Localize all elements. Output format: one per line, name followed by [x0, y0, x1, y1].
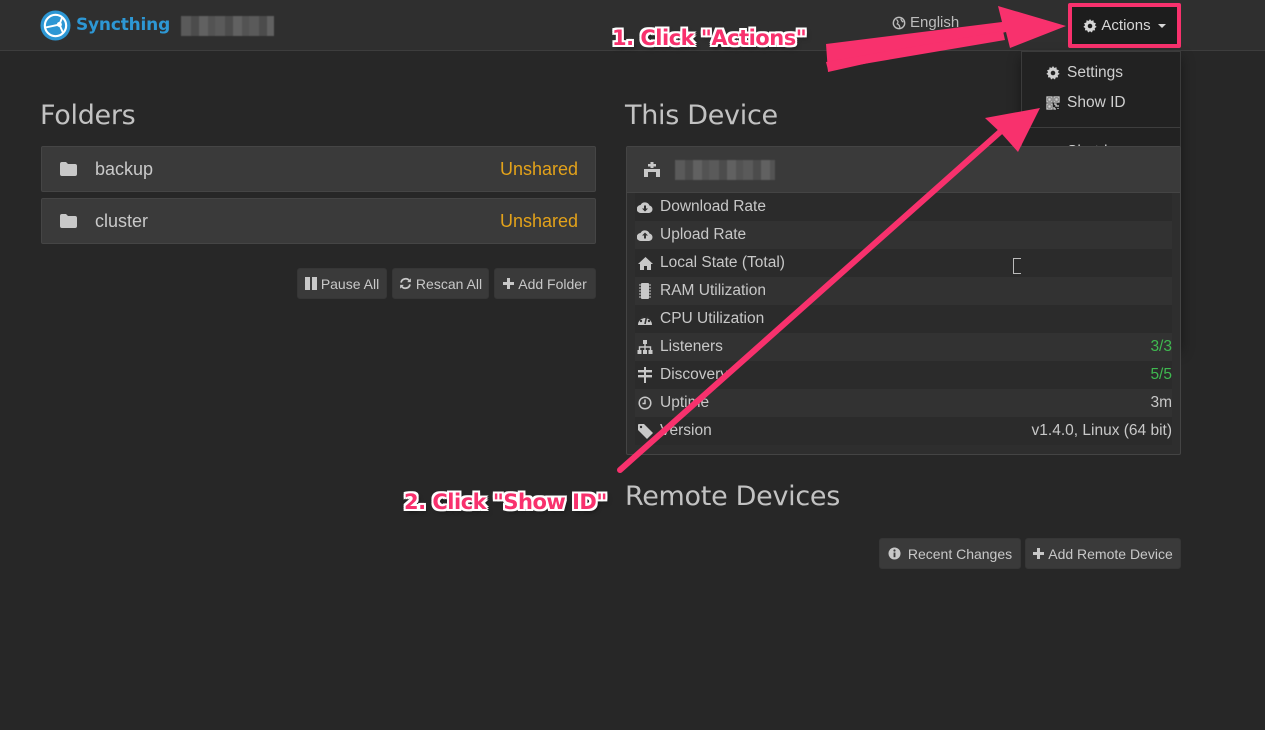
cloud-download-icon — [637, 199, 653, 215]
stat-label: RAM Utilization — [660, 282, 766, 299]
home-icon — [637, 255, 653, 271]
pause-icon — [304, 277, 317, 290]
this-device-panel: Download Rate Upload Rate Local State (T… — [626, 146, 1181, 455]
qrcode-icon — [1045, 96, 1060, 111]
stat-label: Download Rate — [660, 198, 766, 215]
stat-label: Local State (Total) — [660, 254, 785, 271]
annotation-step-2: 2. Click "Show ID" — [404, 490, 607, 514]
stat-label: Version — [660, 422, 712, 439]
recent-changes-button[interactable]: Recent Changes — [879, 538, 1021, 569]
stat-row-discovery: Discovery 5/5 — [635, 361, 1172, 389]
recent-changes-label: Recent Changes — [907, 545, 1013, 562]
language-selector[interactable]: English — [892, 14, 959, 31]
menu-item-label: Settings — [1067, 64, 1124, 81]
tag-icon — [637, 423, 653, 439]
stat-row-upload-rate: Upload Rate — [635, 221, 1172, 249]
stat-row-local-state: Local State (Total) — [635, 249, 1172, 277]
stat-label: Uptime — [660, 394, 710, 411]
syncthing-logo-icon — [40, 9, 71, 41]
dashboard-gauge-icon — [637, 311, 653, 327]
add-remote-device-button[interactable]: Add Remote Device — [1025, 538, 1181, 569]
language-label: English — [910, 14, 960, 31]
annotation-step-1: 1. Click "Actions" — [612, 26, 807, 50]
sitemap-device-icon — [644, 161, 660, 177]
this-device-heading: This Device — [625, 100, 778, 131]
stat-value: v1.4.0, Linux (64 bit) — [1031, 422, 1172, 439]
device-name-redacted — [675, 159, 775, 180]
folder-icon — [60, 214, 77, 228]
stat-label: Discovery — [660, 366, 729, 383]
folder-panel-cluster[interactable]: cluster Unshared — [41, 198, 596, 244]
stat-value: 3/3 — [1150, 338, 1172, 355]
sitemap-icon — [637, 339, 653, 355]
caret-down-icon — [1157, 23, 1166, 28]
stat-label: Listeners — [660, 338, 723, 355]
menu-item-label: Show ID — [1067, 94, 1126, 111]
stat-row-listeners: Listeners 3/3 — [635, 333, 1172, 361]
plus-icon — [1033, 548, 1045, 559]
stat-row-download-rate: Download Rate — [635, 193, 1172, 221]
pause-all-label: Pause All — [320, 275, 380, 292]
menu-divider — [1022, 127, 1180, 128]
folder-icon — [60, 162, 77, 176]
brand-link[interactable]: Syncthing — [40, 9, 170, 41]
pause-all-button[interactable]: Pause All — [297, 268, 387, 299]
actions-menu-button[interactable]: Actions — [1068, 3, 1181, 48]
globe-icon — [892, 16, 906, 29]
folders-heading: Folders — [40, 100, 136, 131]
stat-label: Upload Rate — [660, 226, 747, 243]
stat-row-version: Version v1.4.0, Linux (64 bit) — [635, 417, 1172, 445]
folder-status: Unshared — [499, 210, 578, 231]
signpost-icon — [637, 367, 653, 383]
stat-row-cpu-utilization: CPU Utilization — [635, 305, 1172, 333]
device-stats-table: Download Rate Upload Rate Local State (T… — [627, 193, 1180, 445]
brand-name: Syncthing — [76, 15, 171, 35]
folder-name: cluster — [95, 210, 149, 231]
folder-status: Unshared — [499, 158, 578, 179]
stat-label: CPU Utilization — [660, 310, 765, 327]
folder-panel-backup[interactable]: backup Unshared — [41, 146, 596, 192]
refresh-icon — [400, 277, 411, 290]
remote-devices-heading: Remote Devices — [625, 481, 840, 512]
add-folder-label: Add Folder — [518, 275, 587, 292]
stat-row-ram-utilization: RAM Utilization — [635, 277, 1172, 305]
local-state-value-partial — [1013, 258, 1021, 274]
stat-row-uptime: Uptime 3m — [635, 389, 1172, 417]
memory-chip-icon — [637, 283, 653, 299]
stat-value: 3m — [1150, 394, 1172, 411]
device-name-redacted — [181, 16, 274, 36]
cloud-upload-icon — [637, 227, 653, 243]
rescan-all-button[interactable]: Rescan All — [392, 268, 489, 299]
info-circle-icon — [888, 547, 901, 560]
stat-value: 5/5 — [1150, 366, 1172, 383]
menu-item-settings[interactable]: Settings — [1022, 58, 1180, 88]
clock-icon — [637, 395, 653, 411]
add-folder-button[interactable]: Add Folder — [494, 268, 596, 299]
rescan-all-label: Rescan All — [415, 275, 483, 292]
device-panel-header[interactable] — [627, 147, 1180, 193]
actions-label: Actions — [1101, 17, 1151, 34]
gear-icon — [1045, 66, 1060, 81]
add-remote-device-label: Add Remote Device — [1048, 545, 1173, 562]
folder-name: backup — [95, 158, 154, 179]
menu-item-show-id[interactable]: Show ID — [1022, 88, 1180, 118]
plus-icon — [503, 278, 515, 289]
gear-icon — [1083, 18, 1098, 32]
